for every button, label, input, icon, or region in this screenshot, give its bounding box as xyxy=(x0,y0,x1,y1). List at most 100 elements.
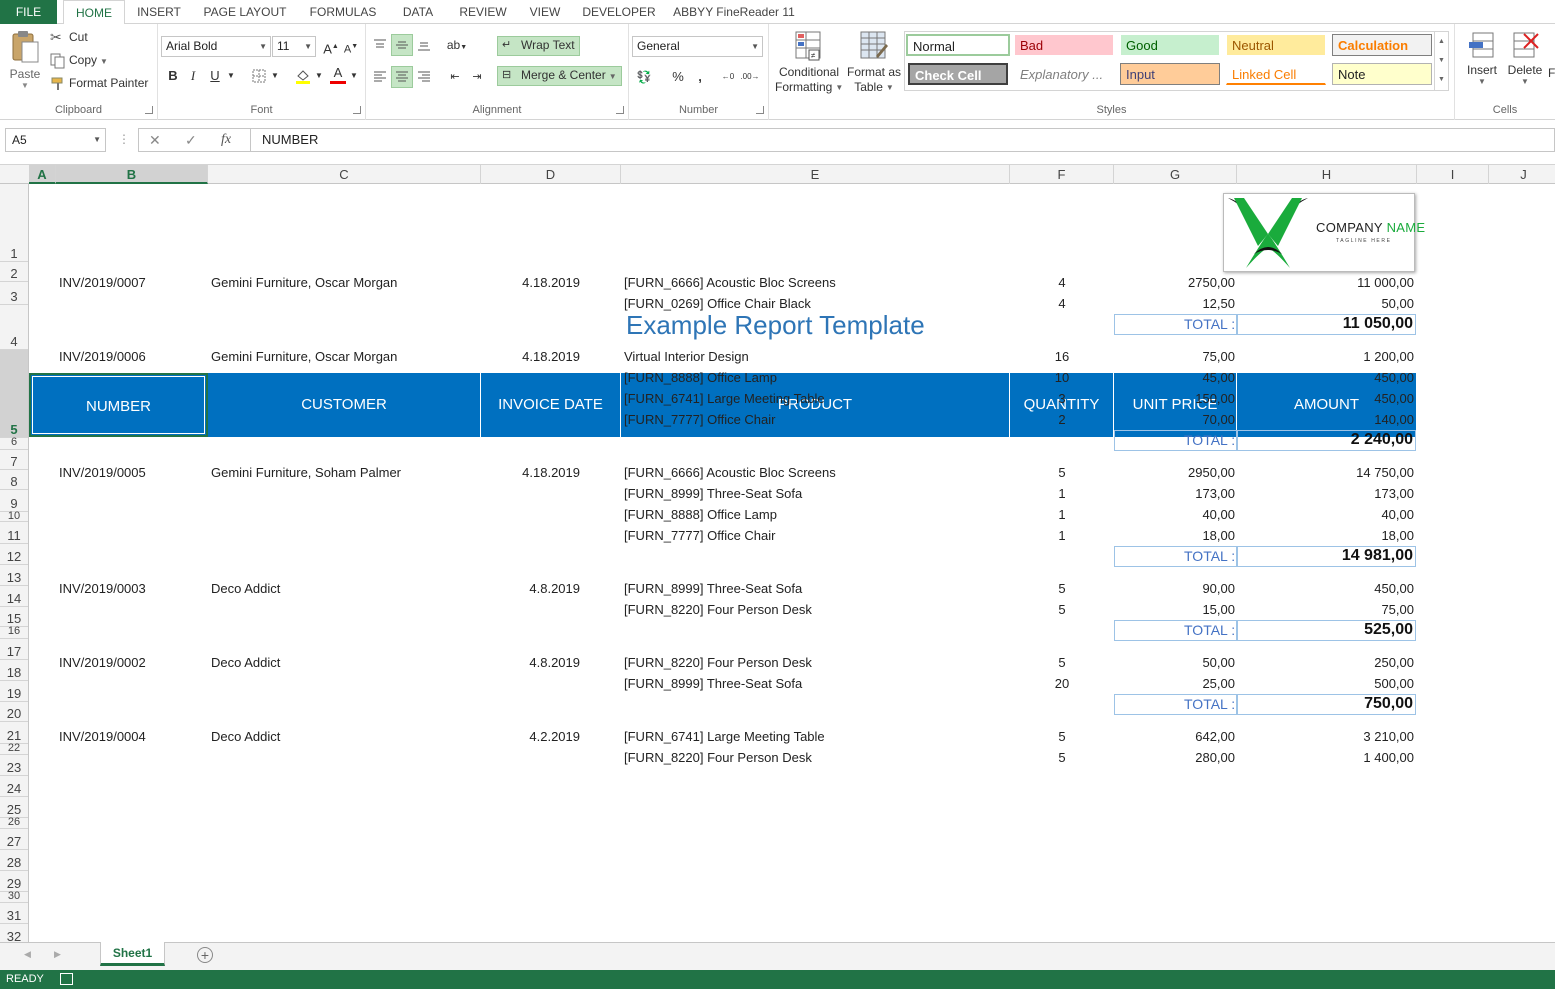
header-customer[interactable]: CUSTOMER xyxy=(208,373,481,437)
line-unit-price[interactable]: 70,00 xyxy=(1125,412,1235,427)
align-center-icon[interactable] xyxy=(391,66,413,88)
insert-function-icon[interactable]: fx xyxy=(221,132,231,148)
tab-scroll-right-icon[interactable]: ▶ xyxy=(54,949,61,960)
line-product[interactable]: [FURN_8220] Four Person Desk xyxy=(624,655,812,670)
format-as-table-button[interactable]: Format as Table ▼ xyxy=(845,30,903,95)
tab-file[interactable]: FILE xyxy=(0,0,57,24)
insert-cells-button[interactable]: Insert ▼ xyxy=(1463,30,1501,86)
line-unit-price[interactable]: 25,00 xyxy=(1125,676,1235,691)
line-amount[interactable]: 450,00 xyxy=(1254,581,1414,596)
line-unit-price[interactable]: 50,00 xyxy=(1125,655,1235,670)
row-header-32[interactable]: 32 xyxy=(0,924,28,942)
alignment-launcher-icon[interactable] xyxy=(616,106,624,114)
wrap-text-button[interactable]: ↵ Wrap Text xyxy=(497,36,580,56)
row-header-5[interactable]: 5 xyxy=(0,350,28,438)
style-bad[interactable]: Bad xyxy=(1014,34,1114,56)
row-header-9[interactable]: 9 xyxy=(0,490,28,512)
row-header-6[interactable]: 6 xyxy=(0,437,28,450)
percent-icon[interactable]: % xyxy=(667,66,689,88)
line-quantity[interactable]: 16 xyxy=(1032,349,1092,364)
line-product[interactable]: [FURN_8888] Office Lamp xyxy=(624,507,777,522)
row-header-26[interactable]: 26 xyxy=(0,817,28,829)
invoice-number[interactable]: INV/2019/0002 xyxy=(59,655,146,670)
bold-icon[interactable]: B xyxy=(162,65,184,87)
line-quantity[interactable]: 5 xyxy=(1032,581,1092,596)
column-header-d[interactable]: D xyxy=(481,165,621,184)
row-header-28[interactable]: 28 xyxy=(0,850,28,871)
shrink-font-icon[interactable]: A▼ xyxy=(340,36,362,58)
line-amount[interactable]: 140,00 xyxy=(1254,412,1414,427)
line-product[interactable]: Virtual Interior Design xyxy=(624,349,749,364)
invoice-number[interactable]: INV/2019/0006 xyxy=(59,349,146,364)
style-normal[interactable]: Normal xyxy=(906,34,1010,56)
row-header-17[interactable]: 17 xyxy=(0,639,28,660)
invoice-number[interactable]: INV/2019/0007 xyxy=(59,275,146,290)
invoice-customer[interactable]: Gemini Furniture, Soham Palmer xyxy=(211,465,401,480)
line-unit-price[interactable]: 15,00 xyxy=(1125,602,1235,617)
row-header-25[interactable]: 25 xyxy=(0,797,28,818)
invoice-number[interactable]: INV/2019/0003 xyxy=(59,581,146,596)
number-launcher-icon[interactable] xyxy=(756,106,764,114)
font-name-dropdown[interactable]: Arial Bold ▼ xyxy=(161,36,271,57)
row-header-30[interactable]: 30 xyxy=(0,891,28,903)
conditional-formatting-button[interactable]: ≠ Conditional Formatting ▼ xyxy=(775,30,843,95)
line-quantity[interactable]: 5 xyxy=(1032,750,1092,765)
header-number[interactable]: NUMBER xyxy=(29,373,208,437)
row-header-4[interactable]: 4 xyxy=(0,305,28,350)
line-unit-price[interactable]: 45,00 xyxy=(1125,370,1235,385)
tab-review[interactable]: REVIEW xyxy=(453,0,513,24)
column-header-i[interactable]: I xyxy=(1417,165,1489,184)
invoice-customer[interactable]: Deco Addict xyxy=(211,655,280,670)
column-header-e[interactable]: E xyxy=(621,165,1010,184)
line-product[interactable]: [FURN_6666] Acoustic Bloc Screens xyxy=(624,275,836,290)
line-product[interactable]: [FURN_7777] Office Chair xyxy=(624,528,776,543)
line-quantity[interactable]: 1 xyxy=(1032,507,1092,522)
style-note[interactable]: Note xyxy=(1332,63,1432,85)
line-quantity[interactable]: 3 xyxy=(1032,391,1092,406)
line-product[interactable]: [FURN_0269] Office Chair Black xyxy=(624,296,811,311)
line-quantity[interactable]: 1 xyxy=(1032,486,1092,501)
orientation-icon[interactable]: ab▼ xyxy=(446,34,468,56)
tab-scroll-left-icon[interactable]: ◀ xyxy=(24,949,31,960)
row-header-19[interactable]: 19 xyxy=(0,681,28,702)
copy-button[interactable]: Copy ▼ xyxy=(50,53,108,69)
delete-cells-button[interactable]: Delete ▼ xyxy=(1505,30,1545,86)
borders-dropdown-icon[interactable]: ▼ xyxy=(264,65,286,87)
comma-style-icon[interactable]: , xyxy=(689,66,711,88)
line-unit-price[interactable]: 173,00 xyxy=(1125,486,1235,501)
tab-home[interactable]: HOME xyxy=(63,0,125,25)
invoice-number[interactable]: INV/2019/0005 xyxy=(59,465,146,480)
align-bottom-icon[interactable] xyxy=(413,34,435,56)
line-quantity[interactable]: 2 xyxy=(1032,412,1092,427)
add-sheet-icon[interactable]: + xyxy=(197,947,213,963)
invoice-number[interactable]: INV/2019/0004 xyxy=(59,729,146,744)
line-unit-price[interactable]: 150,00 xyxy=(1125,391,1235,406)
worksheet[interactable]: COMPANY NAME TAGLINE HERE Example Report… xyxy=(29,184,1555,942)
row-header-11[interactable]: 11 xyxy=(0,522,28,544)
number-format-dropdown[interactable]: General ▼ xyxy=(632,36,763,57)
column-header-b[interactable]: B xyxy=(56,165,208,184)
line-quantity[interactable]: 5 xyxy=(1032,465,1092,480)
style-input[interactable]: Input xyxy=(1120,63,1220,85)
line-amount[interactable]: 75,00 xyxy=(1254,602,1414,617)
line-product[interactable]: [FURN_8220] Four Person Desk xyxy=(624,602,812,617)
tab-abbyy[interactable]: ABBYY FineReader 11 xyxy=(670,0,798,24)
row-header-8[interactable]: 8 xyxy=(0,470,28,490)
invoice-customer[interactable]: Deco Addict xyxy=(211,729,280,744)
font-color-dropdown-icon[interactable]: ▼ xyxy=(343,65,365,87)
row-header-27[interactable]: 27 xyxy=(0,829,28,850)
line-unit-price[interactable]: 2950,00 xyxy=(1125,465,1235,480)
decrease-indent-icon[interactable]: ⇤ xyxy=(444,66,466,88)
line-product[interactable]: [FURN_8888] Office Lamp xyxy=(624,370,777,385)
line-product[interactable]: [FURN_6741] Large Meeting Table xyxy=(624,729,825,744)
style-neutral[interactable]: Neutral xyxy=(1226,34,1326,56)
formula-input[interactable]: NUMBER xyxy=(250,128,1555,152)
row-header-20[interactable]: 20 xyxy=(0,702,28,722)
tab-view[interactable]: VIEW xyxy=(522,0,568,24)
line-amount[interactable]: 1 200,00 xyxy=(1254,349,1414,364)
styles-gallery-scroll[interactable]: ▲ ▼ ▼ xyxy=(1434,32,1448,90)
font-size-dropdown[interactable]: 11 ▼ xyxy=(272,36,316,57)
column-header-a[interactable]: A xyxy=(29,165,56,184)
increase-decimal-icon[interactable]: ←0 xyxy=(717,66,739,88)
row-header-13[interactable]: 13 xyxy=(0,565,28,586)
